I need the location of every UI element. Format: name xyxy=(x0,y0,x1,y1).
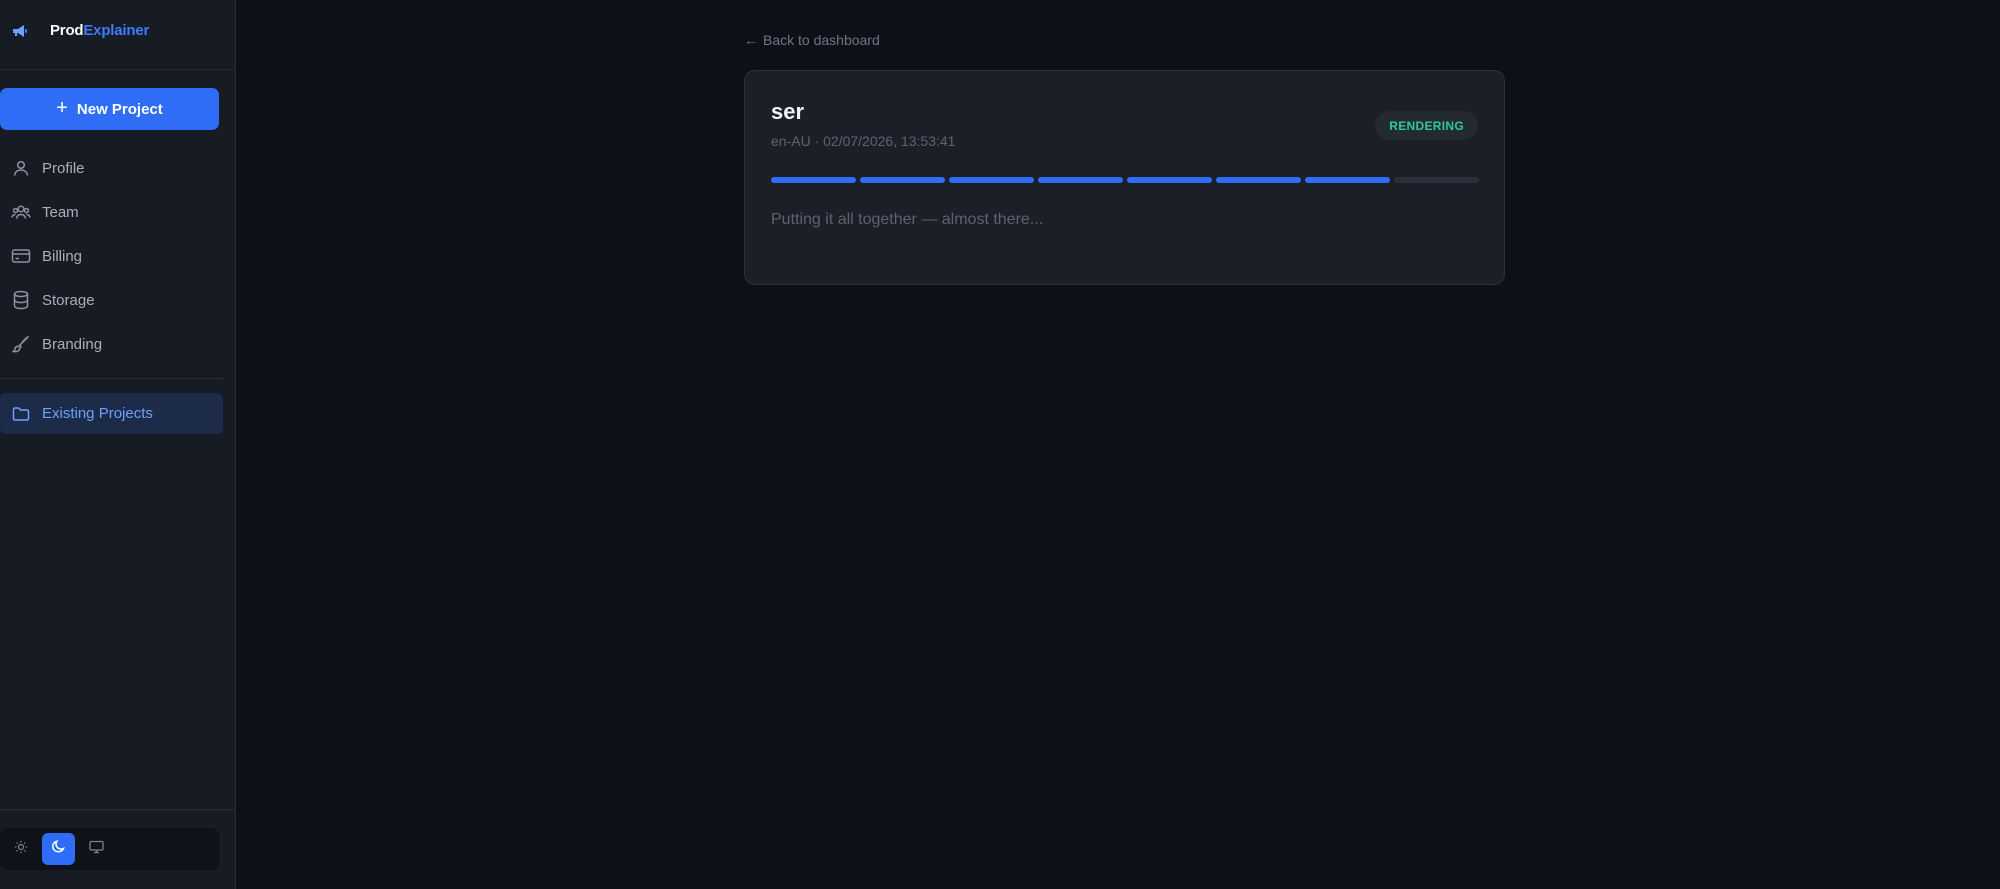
folder-icon xyxy=(11,404,31,424)
user-icon xyxy=(11,158,31,178)
brush-icon xyxy=(11,334,31,354)
project-title: ser xyxy=(771,99,805,124)
progress-step xyxy=(1305,177,1390,183)
theme-dark-button[interactable] xyxy=(42,833,75,865)
status-message: Putting it all together — almost there..… xyxy=(771,211,1044,228)
monitor-icon xyxy=(89,840,104,859)
sidebar: ProdExplainer + New Project Profile Team… xyxy=(0,0,236,889)
theme-switcher xyxy=(0,828,219,870)
plus-icon: + xyxy=(56,97,68,119)
sidebar-divider xyxy=(0,378,223,379)
progress-step xyxy=(1127,177,1212,183)
progress-step xyxy=(1394,177,1479,183)
sidebar-item-team[interactable]: Team xyxy=(0,190,235,234)
brand-name[interactable]: ProdExplainer xyxy=(50,22,149,39)
sun-icon xyxy=(14,840,28,859)
back-to-dashboard-link[interactable]: ← Back to dashboard xyxy=(744,32,880,48)
brand-header: ProdExplainer xyxy=(0,0,235,70)
brand-name-explainer: Explainer xyxy=(83,22,150,39)
credit-card-icon xyxy=(11,246,31,266)
progress-step xyxy=(771,177,856,183)
megaphone-icon xyxy=(12,24,28,38)
arrow-left-icon: ← xyxy=(744,32,758,48)
project-card: ser en-AU · 02/07/2026, 13:53:41 RENDERI… xyxy=(744,70,1505,285)
sidebar-bottom-divider xyxy=(0,809,235,810)
progress-step xyxy=(860,177,945,183)
project-meta: en-AU · 02/07/2026, 13:53:41 xyxy=(771,133,956,149)
sidebar-nav: Profile Team Billing Storage Branding xyxy=(0,146,235,366)
sidebar-item-label: Storage xyxy=(42,291,95,309)
database-icon xyxy=(11,290,31,310)
app-root: ProdExplainer + New Project Profile Team… xyxy=(0,0,2000,889)
sidebar-item-label: Branding xyxy=(42,335,103,353)
sidebar-item-existing-projects[interactable]: Existing Projects xyxy=(0,393,223,434)
sidebar-item-branding[interactable]: Branding xyxy=(0,322,235,366)
sidebar-item-label: Team xyxy=(42,203,79,221)
theme-light-button[interactable] xyxy=(4,833,37,865)
new-project-button[interactable]: + New Project xyxy=(0,88,219,130)
sidebar-item-billing[interactable]: Billing xyxy=(0,234,235,278)
progress-step xyxy=(949,177,1034,183)
back-link-label: Back to dashboard xyxy=(763,32,880,48)
status-badge: RENDERING xyxy=(1375,111,1478,140)
users-icon xyxy=(11,202,31,222)
progress-step xyxy=(1038,177,1123,183)
new-project-label: New Project xyxy=(76,100,163,118)
sidebar-item-label: Existing Projects xyxy=(42,405,153,422)
progress-step xyxy=(1216,177,1301,183)
sidebar-item-label: Billing xyxy=(42,247,83,265)
brand-name-prod: Prod xyxy=(50,22,84,39)
sidebar-item-storage[interactable]: Storage xyxy=(0,278,235,322)
sidebar-item-profile[interactable]: Profile xyxy=(0,146,235,190)
progress-steps xyxy=(771,177,1479,183)
sidebar-item-label: Profile xyxy=(42,159,85,177)
moon-icon xyxy=(51,839,66,859)
theme-system-button[interactable] xyxy=(80,833,113,865)
